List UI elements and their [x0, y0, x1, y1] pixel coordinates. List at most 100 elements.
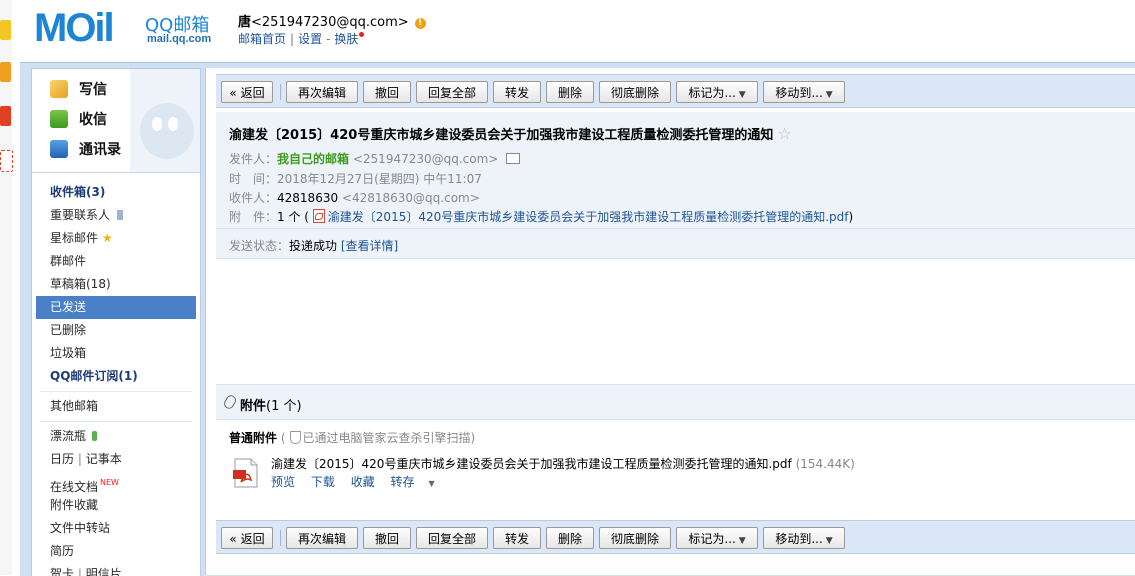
mark-as-dropdown[interactable]: 标记为... ▼ [676, 81, 758, 103]
mail-toolbar-bottom: « 返回 再次编辑 撤回 回复全部 转发 删除 彻底删除 标记为... ▼ 移动到… [216, 520, 1135, 554]
shield-icon [289, 431, 301, 444]
folder-drafts[interactable]: 草稿箱(18) [32, 273, 200, 296]
app-resume[interactable]: 简历 [32, 540, 200, 563]
link-mail-home[interactable]: 邮箱首页 [238, 32, 286, 46]
attachment-link[interactable]: 渝建发〔2015〕420号重庆市城乡建设委员会关于加强我市建设工程质量检测委托管… [328, 210, 849, 224]
contacts-icon [50, 140, 68, 158]
recall-button[interactable]: 撤回 [363, 527, 411, 549]
attachment-file: 渝建发〔2015〕420号重庆市城乡建设委员会关于加强我市建设工程质量检测委托管… [271, 455, 855, 472]
attachment-file-name[interactable]: 渝建发〔2015〕420号重庆市城乡建设委员会关于加强我市建设工程质量检测委托管… [271, 457, 792, 471]
sender-name[interactable]: 我自己的邮箱 [277, 152, 349, 166]
reply-all-button[interactable]: 回复全部 [416, 81, 488, 103]
folder-spam[interactable]: 垃圾箱 [32, 342, 200, 365]
pdf-icon [312, 209, 325, 223]
star-toggle-icon[interactable]: ☆ [777, 124, 791, 143]
delete-forever-button[interactable]: 彻底删除 [599, 527, 671, 549]
link-shortcut-icon[interactable] [0, 150, 13, 172]
delete-button[interactable]: 删除 [546, 81, 594, 103]
paperclip-icon [222, 393, 238, 411]
folder-starred[interactable]: 星标邮件 ★ [32, 227, 200, 250]
mark-as-dropdown[interactable]: 标记为... ▼ [676, 527, 758, 549]
chevron-down-icon: ▼ [738, 90, 746, 100]
folder-inbox[interactable]: 收件箱(3) [32, 181, 200, 204]
back-button[interactable]: « 返回 [221, 81, 273, 103]
contacts-button[interactable]: 通讯录 [50, 137, 121, 161]
status-value: 投递成功 [289, 239, 338, 253]
top-links: 邮箱首页 | 设置 - 换肤 [238, 30, 365, 47]
compose-icon [50, 80, 68, 98]
star-shortcut-icon[interactable] [0, 20, 11, 40]
download-link[interactable]: 下载 [311, 475, 335, 489]
app-calendar[interactable]: 日历 [50, 452, 74, 466]
attachment-row: 附 件：1 个 ( 渝建发〔2015〕420号重庆市城乡建设委员会关于加强我市建… [229, 209, 854, 224]
folder-sent[interactable]: 已发送 [36, 296, 196, 319]
delete-button[interactable]: 删除 [546, 527, 594, 549]
attachment-subheader: 普通附件 (已通过电脑管家云查杀引擎扫描) [229, 431, 476, 445]
send-status: 发送状态：投递成功 [查看详情] [216, 228, 1135, 259]
forward-button[interactable]: 转发 [493, 81, 541, 103]
save-to-dropdown[interactable]: 转存 ▼ [391, 475, 447, 489]
pdf-file-icon [233, 458, 258, 488]
user-name: 唐 [238, 15, 252, 30]
recall-button[interactable]: 撤回 [363, 81, 411, 103]
qq-mail-logo[interactable]: MOil [34, 6, 115, 50]
sidebar-actions: 写信 收信 通讯录 [32, 69, 200, 173]
folder-other-mailboxes[interactable]: 其他邮箱 [32, 395, 200, 418]
receive-button[interactable]: 收信 [50, 107, 107, 131]
recipient-row: 收件人：42818630 <42818630@qq.com> [229, 191, 480, 205]
user-info: 唐<251947230@qq.com>! [238, 11, 426, 30]
mail-read-panel: « 返回 再次编辑 撤回 回复全部 转发 删除 彻底删除 标记为... ▼ 移动到… [205, 68, 1135, 575]
warning-icon[interactable]: ! [414, 18, 426, 29]
folder-important-contacts[interactable]: 重要联系人 [32, 204, 200, 227]
folder-deleted[interactable]: 已删除 [32, 319, 200, 342]
notification-dot [359, 32, 365, 37]
attachment-count: (1 个) [266, 399, 302, 414]
forward-button[interactable]: 转发 [493, 527, 541, 549]
folder-list: 收件箱(3) 重要联系人 星标邮件 ★ 群邮件 草稿箱(18) 已发送 已删除 … [32, 173, 200, 576]
folder-group-mail[interactable]: 群邮件 [32, 250, 200, 273]
app-calendar-notes[interactable]: 日历 | 记事本 [32, 448, 200, 471]
compose-button[interactable]: 写信 [50, 77, 107, 101]
sender-email: <251947230@qq.com> [352, 152, 499, 166]
inbox-download-icon [50, 110, 68, 128]
status-details-link[interactable]: [查看详情] [341, 239, 398, 253]
chevron-down-icon: ▼ [428, 479, 435, 488]
star-icon: ★ [101, 231, 113, 245]
app-file-transfer[interactable]: 文件中转站 [32, 517, 200, 540]
contact-card-icon[interactable] [506, 153, 521, 164]
weibo-shortcut-icon[interactable] [0, 106, 11, 126]
folder-subscriptions[interactable]: QQ邮件订阅(1) [32, 365, 200, 388]
time-row: 时 间：2018年12月27日(星期四) 中午11:07 [229, 172, 482, 186]
recipient-name[interactable]: 42818630 [277, 191, 338, 205]
sidebar: 写信 收信 通讯录 收件箱(3) 重要联系人 星标邮件 ★ 群邮件 草稿箱(18… [31, 68, 201, 576]
back-button[interactable]: « 返回 [221, 527, 273, 549]
reedit-button[interactable]: 再次编辑 [286, 81, 358, 103]
move-to-dropdown[interactable]: 移动到... ▼ [763, 527, 845, 549]
favorite-link[interactable]: 收藏 [351, 475, 375, 489]
attachment-actions: 预览 下载 收藏 转存 ▼ [271, 473, 459, 490]
app-attachment-favorites[interactable]: 附件收藏 [32, 494, 200, 517]
app-cards-postcards[interactable]: 贺卡 | 明信片 [32, 563, 200, 576]
chevron-down-icon: ▼ [825, 90, 833, 100]
move-to-dropdown[interactable]: 移动到... ▼ [763, 81, 845, 103]
attachment-size: (154.44K) [795, 457, 855, 471]
app-online-docs[interactable]: 在线文档 NEW [32, 471, 200, 494]
sender-row: 发件人：我自己的邮箱 <251947230@qq.com> [229, 150, 521, 167]
mail-subject: 渝建发〔2015〕420号重庆市城乡建设委员会关于加强我市建设工程质量检测委托管… [229, 124, 792, 143]
app-drift-bottle[interactable]: 漂流瓶 [32, 425, 200, 448]
new-badge: NEW [100, 478, 119, 487]
recipient-email: <42818630@qq.com> [341, 191, 480, 205]
chevron-down-icon: ▼ [738, 536, 746, 546]
link-settings[interactable]: 设置 [298, 32, 322, 46]
logo-text: MOil [34, 6, 115, 50]
reedit-button[interactable]: 再次编辑 [286, 527, 358, 549]
chevron-down-icon: ▼ [825, 536, 833, 546]
brand-domain: mail.qq.com [147, 33, 212, 45]
reply-all-button[interactable]: 回复全部 [416, 527, 488, 549]
preview-link[interactable]: 预览 [271, 475, 295, 489]
app-shortcut-icon[interactable] [0, 62, 11, 82]
mail-time: 2018年12月27日(星期四) 中午11:07 [277, 172, 482, 186]
app-notes[interactable]: 记事本 [86, 452, 122, 466]
link-skin[interactable]: 换肤 [334, 32, 358, 46]
delete-forever-button[interactable]: 彻底删除 [599, 81, 671, 103]
